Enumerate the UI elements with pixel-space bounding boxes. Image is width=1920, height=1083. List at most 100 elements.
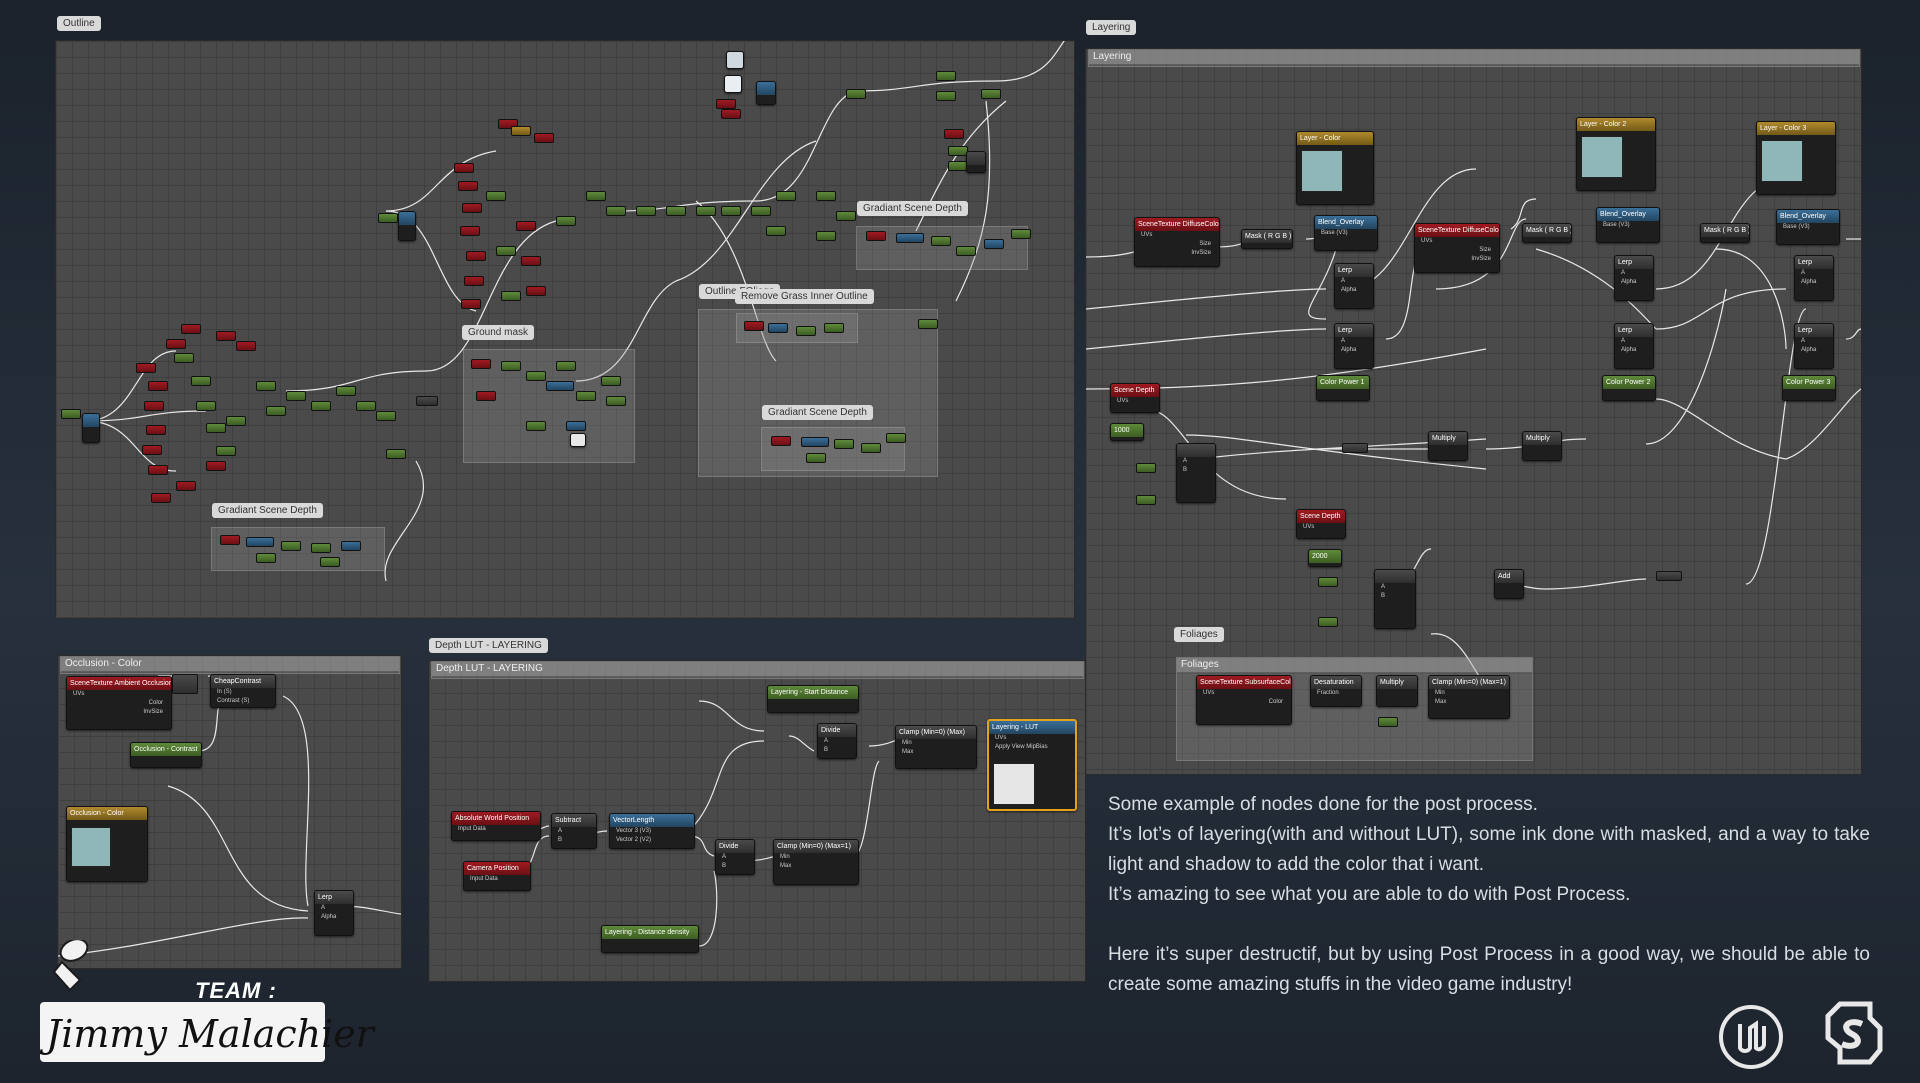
node[interactable] <box>824 323 844 333</box>
node[interactable] <box>1342 443 1368 453</box>
node[interactable] <box>416 396 438 406</box>
mask-rgb-node[interactable]: Mask ( R G B ) <box>1241 229 1293 249</box>
pin-alpha[interactable]: Alpha <box>1795 346 1833 355</box>
node[interactable] <box>866 231 886 241</box>
pin-invsize[interactable]: InvSize <box>1415 255 1499 264</box>
if-node[interactable]: A B <box>1374 569 1416 629</box>
node[interactable] <box>176 481 196 491</box>
clamp-max-node[interactable]: Clamp (Min=0) (Max) Min Max <box>895 725 977 769</box>
node[interactable] <box>216 331 236 341</box>
node[interactable] <box>521 256 541 266</box>
outline-graph-panel[interactable] <box>55 40 1075 619</box>
camera-position-node[interactable]: Camera Position Input Data <box>463 861 531 891</box>
pin-base[interactable]: Base (V3) <box>1597 221 1659 230</box>
node[interactable] <box>886 433 906 443</box>
node[interactable] <box>984 239 1004 249</box>
pin-a[interactable]: A <box>1615 337 1653 346</box>
multiply-node[interactable]: Multiply <box>1428 431 1468 461</box>
pin-uvs[interactable]: UVs <box>1135 231 1219 240</box>
node[interactable] <box>566 421 586 431</box>
node[interactable] <box>281 541 301 551</box>
pin-min[interactable]: Min <box>774 853 858 862</box>
node[interactable] <box>666 206 686 216</box>
node[interactable] <box>816 191 836 201</box>
lerp-node[interactable]: Lerp A Alpha <box>1794 323 1834 369</box>
node[interactable] <box>216 446 236 456</box>
pin-b[interactable]: B <box>552 836 596 845</box>
texture-node[interactable] <box>726 51 744 69</box>
occlusion-color-node[interactable]: Occlusion - Color <box>66 806 148 882</box>
node[interactable] <box>636 206 656 216</box>
desaturation-node[interactable]: Desaturation Fraction <box>1310 675 1362 707</box>
node[interactable] <box>526 421 546 431</box>
node[interactable] <box>341 541 361 551</box>
scene-depth-node[interactable]: Scene Depth UVs <box>1110 383 1160 413</box>
divide-node[interactable]: Divide A B <box>817 723 857 759</box>
node[interactable] <box>166 339 186 349</box>
node[interactable] <box>136 363 156 373</box>
texture-sample-node[interactable] <box>398 211 416 241</box>
pin-v3[interactable]: Vector 3 (V3) <box>610 827 694 836</box>
pin-alpha[interactable]: Alpha <box>1335 286 1373 295</box>
node[interactable] <box>721 109 741 119</box>
node[interactable] <box>461 299 481 309</box>
node[interactable] <box>556 216 576 226</box>
node[interactable] <box>142 445 162 455</box>
node[interactable] <box>836 211 856 221</box>
node[interactable] <box>476 391 496 401</box>
scenetexture-subsurface-node[interactable]: SceneTexture SubsurfaceColor UVs Color <box>1196 675 1292 725</box>
node[interactable] <box>286 391 306 401</box>
layer-color-node[interactable]: Layer - Color <box>1296 131 1374 205</box>
node[interactable] <box>174 353 194 363</box>
layering-distance-density-node[interactable]: Layering - Distance density <box>601 925 699 953</box>
pin-alpha[interactable]: Alpha <box>315 913 353 922</box>
pin-a[interactable]: A <box>1375 583 1415 592</box>
node[interactable] <box>936 91 956 101</box>
node[interactable] <box>948 161 968 171</box>
multiply-node[interactable]: Multiply <box>1522 431 1562 461</box>
lerp-node[interactable]: Lerp A Alpha <box>1334 263 1374 309</box>
node[interactable] <box>956 246 976 256</box>
pin-a[interactable]: A <box>1795 269 1833 278</box>
node[interactable] <box>206 461 226 471</box>
lerp-node[interactable]: Lerp A Alpha <box>1334 323 1374 369</box>
node[interactable] <box>526 286 546 296</box>
occlusion-contrast-node[interactable]: Occlusion - Contrast <box>130 742 202 768</box>
node[interactable] <box>801 437 829 447</box>
node[interactable] <box>144 401 164 411</box>
pin-alpha[interactable]: Alpha <box>1615 278 1653 287</box>
texture-node[interactable] <box>570 433 586 447</box>
pin-base[interactable]: Base (V3) <box>1315 229 1377 238</box>
pin-max[interactable]: Max <box>774 862 858 871</box>
node[interactable] <box>496 246 516 256</box>
scenetexture-ao-node[interactable]: SceneTexture Ambient Occlusion UVs Color… <box>66 676 172 730</box>
texture-sample-node[interactable] <box>82 413 100 443</box>
pin-b[interactable]: B <box>1375 592 1415 601</box>
pin-color[interactable]: Color <box>1197 698 1291 707</box>
pin-b[interactable]: B <box>1177 466 1215 475</box>
node[interactable] <box>981 89 1001 99</box>
pin-size[interactable]: Size <box>1135 240 1219 249</box>
lerp-node[interactable]: Lerp A Alpha <box>1614 255 1654 301</box>
texture-node[interactable] <box>724 75 742 93</box>
constant-node[interactable] <box>1136 495 1156 505</box>
color-power-1-node[interactable]: Color Power 1 <box>1316 375 1370 401</box>
node[interactable] <box>966 151 986 173</box>
vector-length-node[interactable]: VectorLength Vector 3 (V3) Vector 2 (V2) <box>609 813 695 849</box>
scenetexture-diffuse-node[interactable]: SceneTexture DiffuseColor UVs Size InvSi… <box>1134 217 1220 267</box>
pin-max[interactable]: Max <box>1429 698 1509 707</box>
node[interactable] <box>796 326 816 336</box>
blend-overlay-node[interactable]: Blend_Overlay Base (V3) <box>1776 209 1840 245</box>
node[interactable] <box>206 423 226 433</box>
pin-max[interactable]: Max <box>896 748 976 757</box>
occlusion-color-panel[interactable]: Occlusion - Color SceneTexture Ambient O… <box>57 655 402 969</box>
node[interactable] <box>462 203 482 213</box>
node[interactable] <box>751 206 771 216</box>
node[interactable] <box>236 341 256 351</box>
node[interactable] <box>606 396 626 406</box>
node[interactable] <box>766 226 786 236</box>
pin-uvs[interactable]: UVs <box>1197 689 1291 698</box>
depth-lut-panel[interactable]: Depth LUT - LAYERING Layering - Start Di… <box>428 660 1086 982</box>
node[interactable] <box>716 99 736 109</box>
blend-overlay-node[interactable]: Blend_Overlay Base (V3) <box>1314 215 1378 251</box>
